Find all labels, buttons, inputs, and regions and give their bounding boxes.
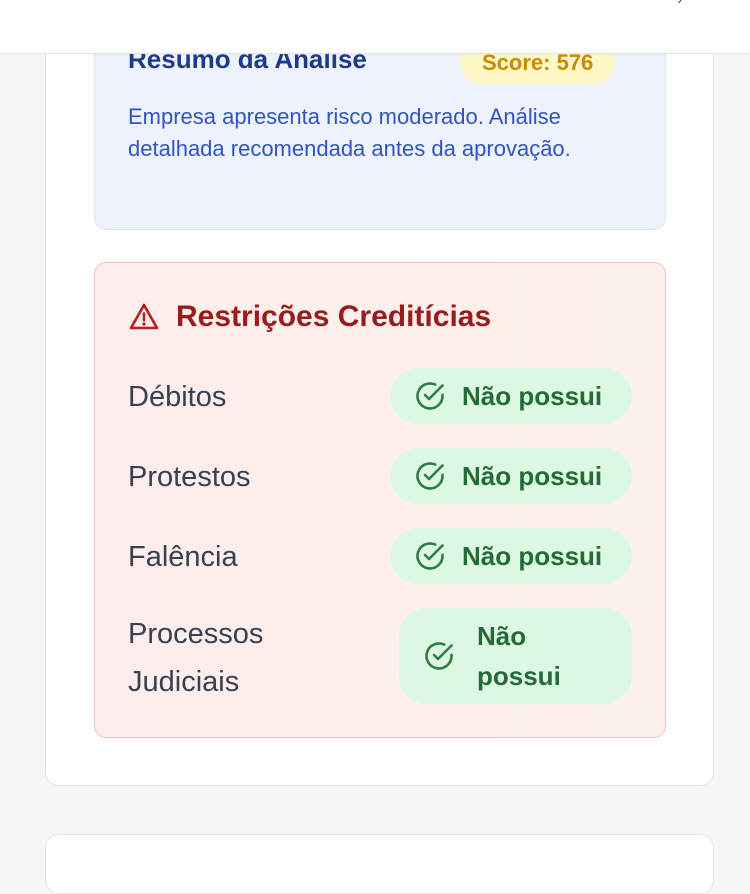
restrictions-title: Restrições Creditícias bbox=[176, 300, 492, 333]
summary-description: Empresa apresenta risco moderado. Anális… bbox=[128, 104, 571, 161]
status-text: Não possui bbox=[462, 380, 603, 411]
status-text: Não possui bbox=[462, 460, 603, 491]
restriction-label-protestos: Protestos bbox=[128, 461, 251, 493]
restriction-label-debitos: Débitos bbox=[128, 381, 227, 413]
restriction-label-falencia: Falência bbox=[128, 541, 238, 573]
status-text: Não possui bbox=[462, 540, 603, 571]
status-text: Não possui bbox=[477, 621, 561, 691]
top-app-bar: › bbox=[0, 0, 750, 54]
status-badge-protestos: Não possui bbox=[390, 448, 632, 504]
check-circle-icon bbox=[416, 462, 444, 490]
restriction-label-processos-judiciais: Processos Judiciais bbox=[128, 618, 264, 698]
chevron-icon[interactable]: › bbox=[677, 0, 682, 7]
warning-triangle-icon bbox=[129, 303, 159, 330]
check-circle-icon bbox=[416, 382, 444, 410]
status-badge-processos-judiciais: Não possui bbox=[399, 608, 632, 704]
check-circle-icon bbox=[425, 642, 453, 670]
restrictions-header: Restrições Creditícias bbox=[128, 300, 491, 334]
status-badge-falencia: Não possui bbox=[390, 528, 632, 584]
status-badge-debitos: Não possui bbox=[390, 368, 632, 424]
next-panel bbox=[45, 834, 714, 894]
check-circle-icon bbox=[416, 542, 444, 570]
